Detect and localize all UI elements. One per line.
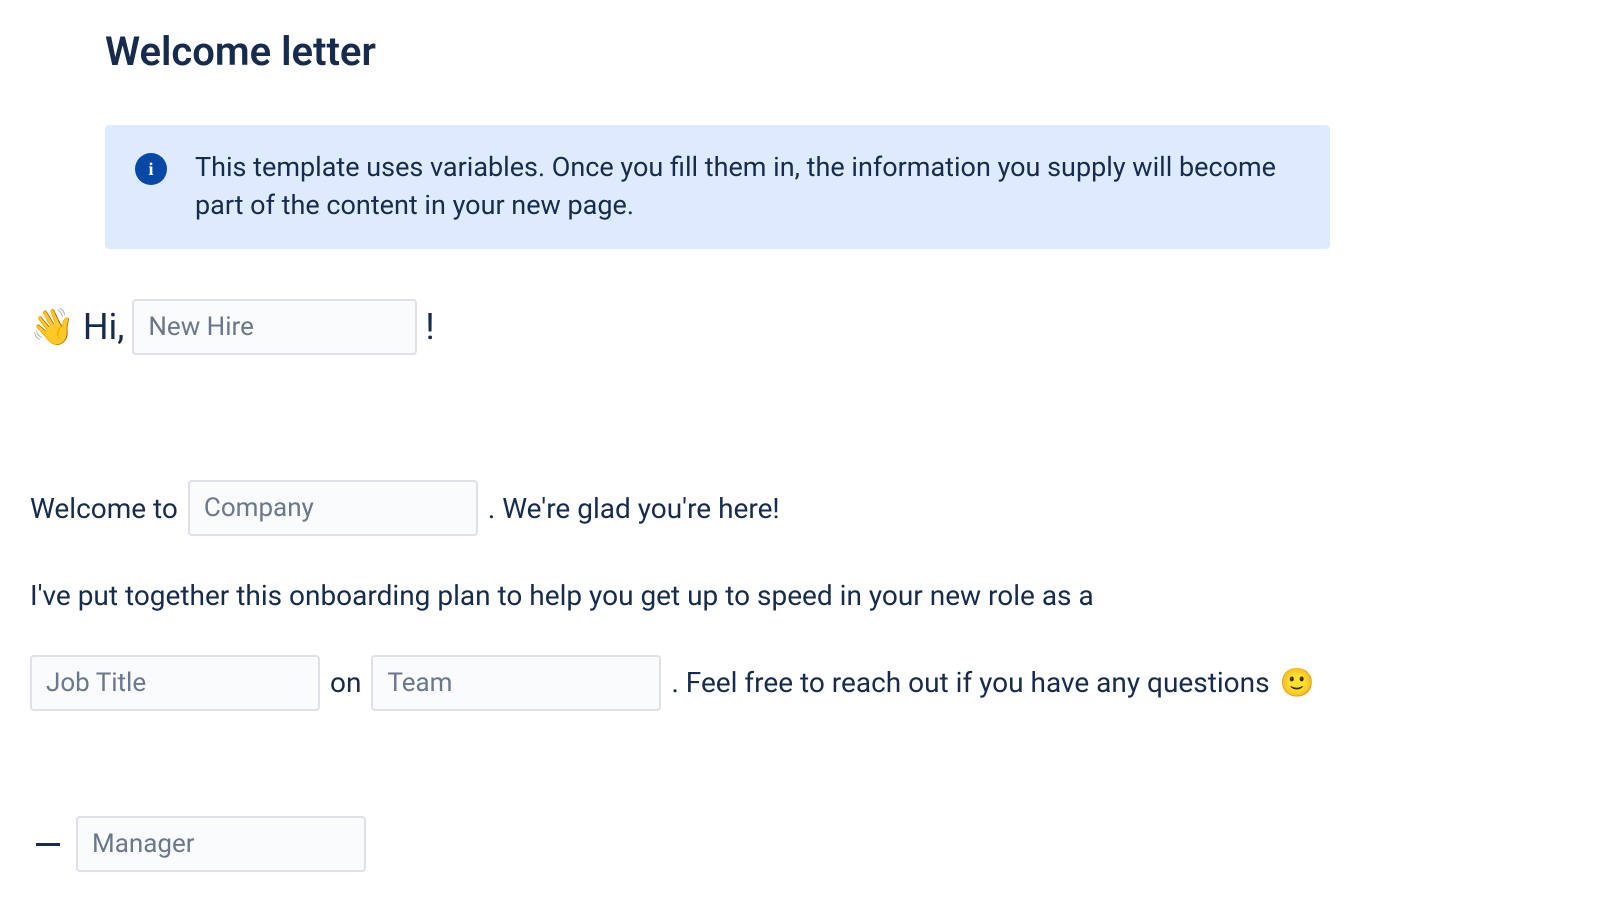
manager-input[interactable] [76, 816, 366, 872]
page-title: Welcome letter [105, 28, 1580, 75]
info-icon: i [135, 153, 167, 185]
plan-text: I've put together this onboarding plan t… [30, 562, 1094, 629]
wave-emoji-icon: 👋 [30, 306, 75, 348]
info-panel-text: This template uses variables. Once you f… [195, 149, 1300, 225]
company-input[interactable] [188, 480, 478, 536]
signature-line [30, 816, 1580, 872]
info-panel: i This template uses variables. Once you… [105, 125, 1330, 249]
team-input[interactable] [371, 655, 661, 711]
dash-icon [36, 843, 60, 846]
on-text: on [330, 649, 361, 716]
greeting-line: 👋 Hi, ! [30, 299, 1580, 355]
new-hire-input[interactable] [132, 299, 417, 355]
content-body: 👋 Hi, ! Welcome to . We're glad you're h… [30, 299, 1580, 873]
greeting-prefix: Hi, [83, 306, 125, 348]
welcome-suffix: . We're glad you're here! [488, 475, 780, 542]
body-block: Welcome to . We're glad you're here! I'v… [30, 475, 1580, 717]
smile-emoji-icon: 🙂 [1280, 649, 1315, 716]
reach-out-text: . Feel free to reach out if you have any… [671, 649, 1269, 716]
greeting-suffix: ! [425, 306, 434, 348]
job-title-input[interactable] [30, 655, 320, 711]
welcome-prefix: Welcome to [30, 475, 178, 542]
